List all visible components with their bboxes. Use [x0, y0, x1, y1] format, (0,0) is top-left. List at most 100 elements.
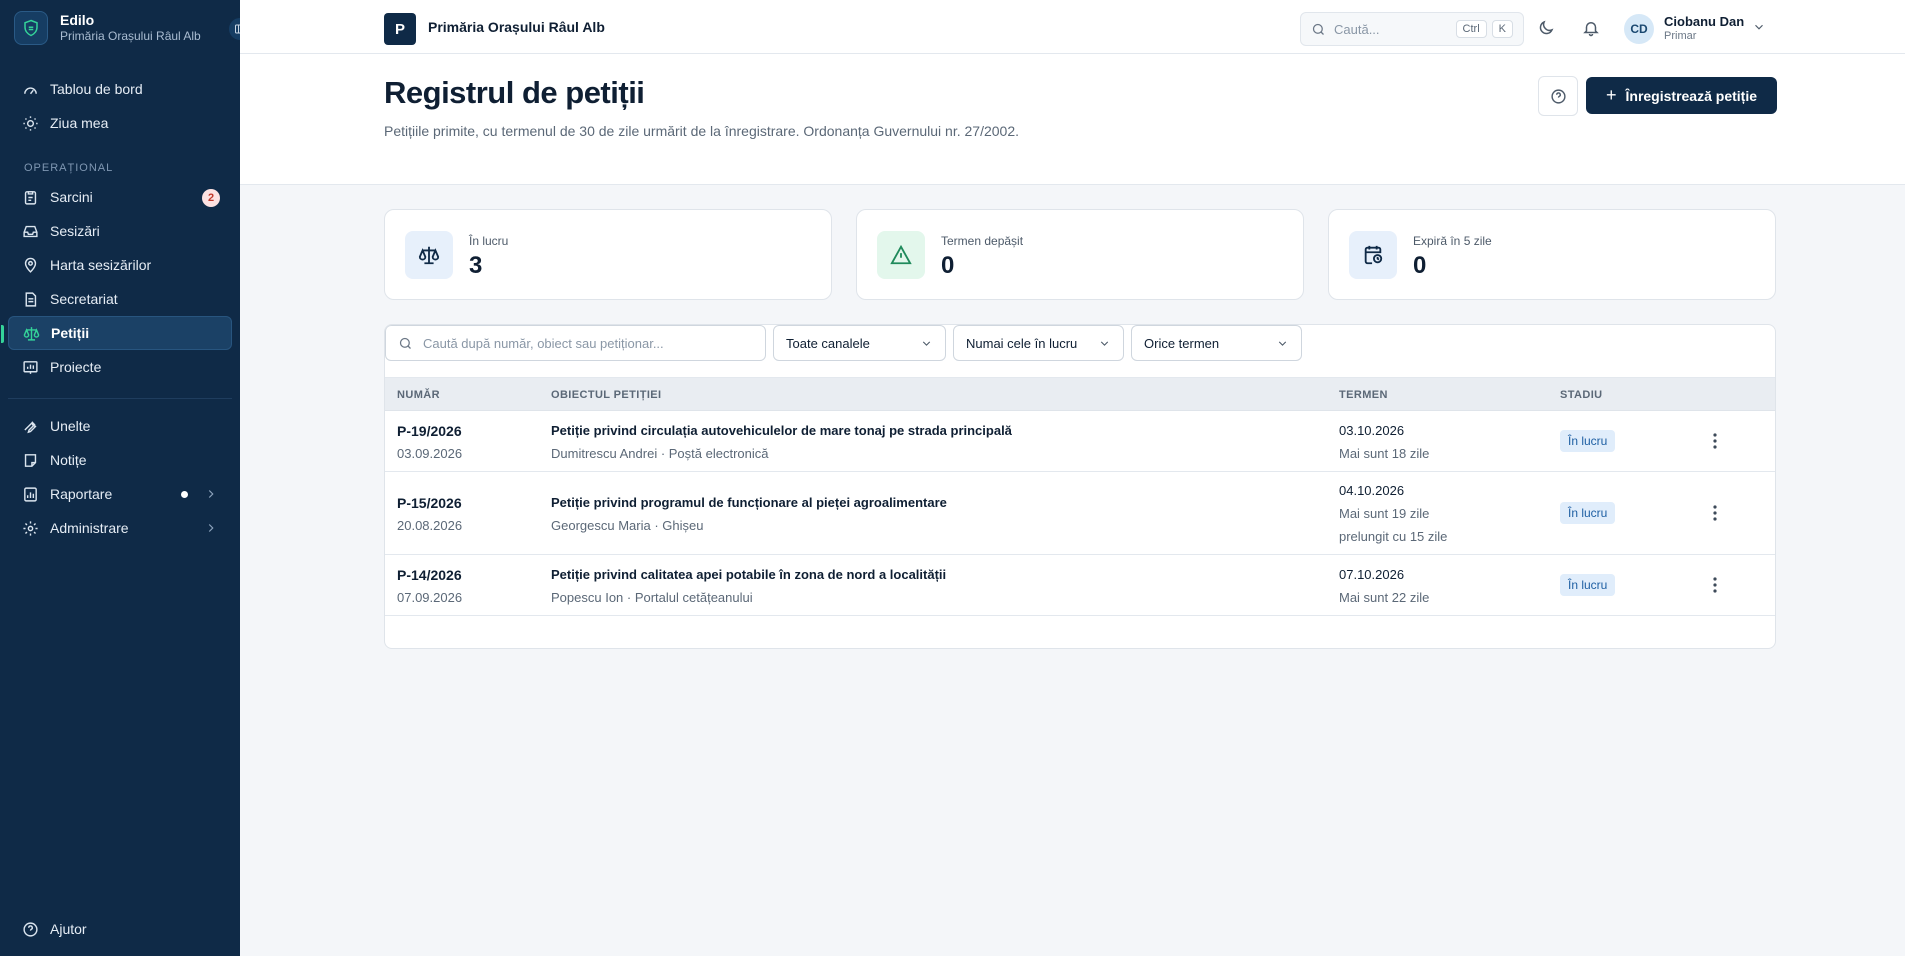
column-header-status[interactable]: STADIU — [1560, 389, 1603, 401]
user-name[interactable]: Ciobanu Dan — [1664, 14, 1744, 29]
search-icon — [1312, 23, 1324, 35]
register-petition-label: Înregistrează petiție — [1625, 87, 1758, 104]
sidebar-item-tools[interactable]: Unelte — [8, 409, 232, 443]
petition-search-placeholder: Caută după număr, obiect sau petiționar.… — [423, 335, 664, 351]
channel-filter-select[interactable]: Toate canalele — [773, 325, 946, 361]
stat-label: Termen depășit — [941, 234, 1024, 248]
row-actions-button[interactable] — [1707, 503, 1723, 523]
sidebar-item-petitions[interactable]: Petiții — [1, 316, 232, 350]
sidebar-item-label: Sesizări — [50, 223, 100, 239]
moon-icon — [1539, 20, 1554, 35]
table-row[interactable]: P-19/2026 03.09.2026 Petiție privind cir… — [385, 411, 1775, 472]
status-badge: În lucru — [1560, 430, 1616, 452]
scale-icon — [21, 323, 41, 343]
stat-value: 0 — [1413, 252, 1427, 279]
chevron-right-icon — [208, 524, 214, 532]
wrench-icon — [20, 416, 40, 436]
stat-card-expiring-soon[interactable]: Expiră în 5 zile 0 — [1328, 209, 1776, 300]
warning-triangle-icon — [877, 231, 925, 279]
sidebar-nav: Tablou de bord Ziua mea OPERAȚIONAL Sarc… — [0, 56, 240, 545]
petition-subject[interactable]: Petiție privind circulația autovehiculel… — [551, 423, 1012, 438]
sidebar-item-complaints-map[interactable]: Harta sesizărilor — [8, 248, 232, 282]
gear-icon — [20, 518, 40, 538]
status-badge: În lucru — [1560, 574, 1616, 596]
row-actions-button[interactable] — [1707, 575, 1723, 595]
more-vertical-icon — [1713, 433, 1717, 449]
sidebar-item-label: Raportare — [50, 486, 113, 502]
petition-subject[interactable]: Petiție privind programul de funcționare… — [551, 495, 947, 510]
petition-number[interactable]: P-15/2026 — [397, 495, 462, 511]
sidebar-item-dashboard[interactable]: Tablou de bord — [8, 72, 232, 106]
chart-board-icon — [20, 357, 40, 377]
sidebar-item-label: Secretariat — [50, 291, 118, 307]
petition-date: 20.08.2026 — [397, 518, 463, 533]
petition-extension: prelungit cu 15 zile — [1339, 529, 1448, 544]
stat-label: Expiră în 5 zile — [1413, 234, 1492, 248]
term-filter-select[interactable]: Orice termen — [1131, 325, 1302, 361]
sidebar: Edilo Primăria Orașului Râul Alb Tablou … — [0, 0, 253, 956]
sidebar-item-secretariat[interactable]: Secretariat — [8, 282, 232, 316]
shortcut-key-ctrl: Ctrl — [1455, 20, 1487, 38]
table-row[interactable]: P-15/2026 20.08.2026 Petiție privind pro… — [385, 472, 1775, 555]
brand[interactable]: Edilo Primăria Orașului Râul Alb — [0, 0, 253, 56]
petition-deadline: 04.10.2026 — [1339, 483, 1405, 498]
avatar[interactable]: CD — [1624, 14, 1654, 44]
sidebar-item-administration[interactable]: Administrare — [8, 511, 232, 545]
row-actions-button[interactable] — [1707, 431, 1723, 451]
more-vertical-icon — [1713, 505, 1717, 521]
bell-icon — [1583, 22, 1599, 37]
sidebar-divider — [8, 398, 232, 399]
filter-bar: Caută după număr, obiect sau petiționar.… — [385, 325, 1775, 379]
column-header-subject[interactable]: OBIECTUL PETIȚIEI — [551, 389, 662, 401]
sidebar-item-label: Proiecte — [50, 359, 102, 375]
more-vertical-icon — [1713, 577, 1717, 593]
page-description: Petițiile primite, cu termenul de 30 de … — [384, 123, 1019, 139]
sidebar-item-my-day[interactable]: Ziua mea — [8, 106, 232, 140]
scale-icon — [405, 231, 453, 279]
petition-search-input[interactable]: Caută după număr, obiect sau petiționar.… — [385, 325, 766, 361]
chevron-right-icon — [208, 490, 214, 498]
status-filter-value: Numai cele în lucru — [966, 335, 1078, 351]
sidebar-item-projects[interactable]: Proiecte — [8, 350, 232, 384]
tasks-count-badge: 2 — [202, 189, 220, 207]
petition-date: 07.09.2026 — [397, 590, 463, 605]
sidebar-item-notes[interactable]: Notițe — [8, 443, 232, 477]
sidebar-item-reporting[interactable]: Raportare — [8, 477, 232, 511]
shortcut-key-k: K — [1491, 20, 1513, 38]
sidebar-item-complaints[interactable]: Sesizări — [8, 214, 232, 248]
global-search-input[interactable]: Caută... Ctrl K — [1300, 12, 1524, 46]
chevron-down-icon[interactable] — [1752, 20, 1766, 34]
inbox-icon — [20, 221, 40, 241]
sidebar-item-help[interactable]: Ajutor — [8, 912, 232, 946]
stat-card-overdue[interactable]: Termen depășit 0 — [856, 209, 1304, 300]
sidebar-item-label: Petiții — [51, 325, 90, 341]
status-filter-select[interactable]: Numai cele în lucru — [953, 325, 1124, 361]
column-header-deadline[interactable]: TERMEN — [1339, 389, 1388, 401]
page-help-button[interactable] — [1538, 76, 1578, 116]
sidebar-item-tasks[interactable]: Sarcini 2 — [8, 180, 232, 214]
stat-card-in-progress[interactable]: În lucru 3 — [384, 209, 832, 300]
sidebar-item-label: Administrare — [50, 520, 129, 536]
status-badge: În lucru — [1560, 502, 1616, 524]
petition-number[interactable]: P-19/2026 — [397, 423, 462, 439]
stat-value: 3 — [469, 252, 483, 279]
column-header-number[interactable]: NUMĂR — [397, 389, 440, 401]
search-placeholder: Caută... — [1334, 21, 1380, 37]
notifications-button[interactable] — [1580, 17, 1602, 39]
sidebar-item-label: Sarcini — [50, 189, 93, 205]
sidebar-item-label: Unelte — [50, 418, 91, 434]
table-row[interactable]: P-14/2026 07.09.2026 Petiție privind cal… — [385, 555, 1775, 616]
petition-meta: Popescu Ion · Portalul cetățeanului — [551, 590, 753, 605]
page-title: Registrul de petiții — [384, 75, 645, 110]
sun-icon — [20, 113, 40, 133]
unread-dot — [181, 491, 188, 498]
register-petition-button[interactable]: + Înregistrează petiție — [1586, 77, 1777, 114]
app-name: Edilo — [60, 12, 95, 28]
chevron-down-icon — [1278, 340, 1287, 346]
theme-toggle-button[interactable] — [1535, 17, 1557, 39]
dashboard-gauge-icon — [20, 79, 40, 99]
petition-number[interactable]: P-14/2026 — [397, 567, 462, 583]
help-circle-icon — [1550, 88, 1566, 104]
org-initial-badge[interactable]: P — [384, 13, 416, 45]
petition-subject[interactable]: Petiție privind calitatea apei potabile … — [551, 567, 946, 582]
